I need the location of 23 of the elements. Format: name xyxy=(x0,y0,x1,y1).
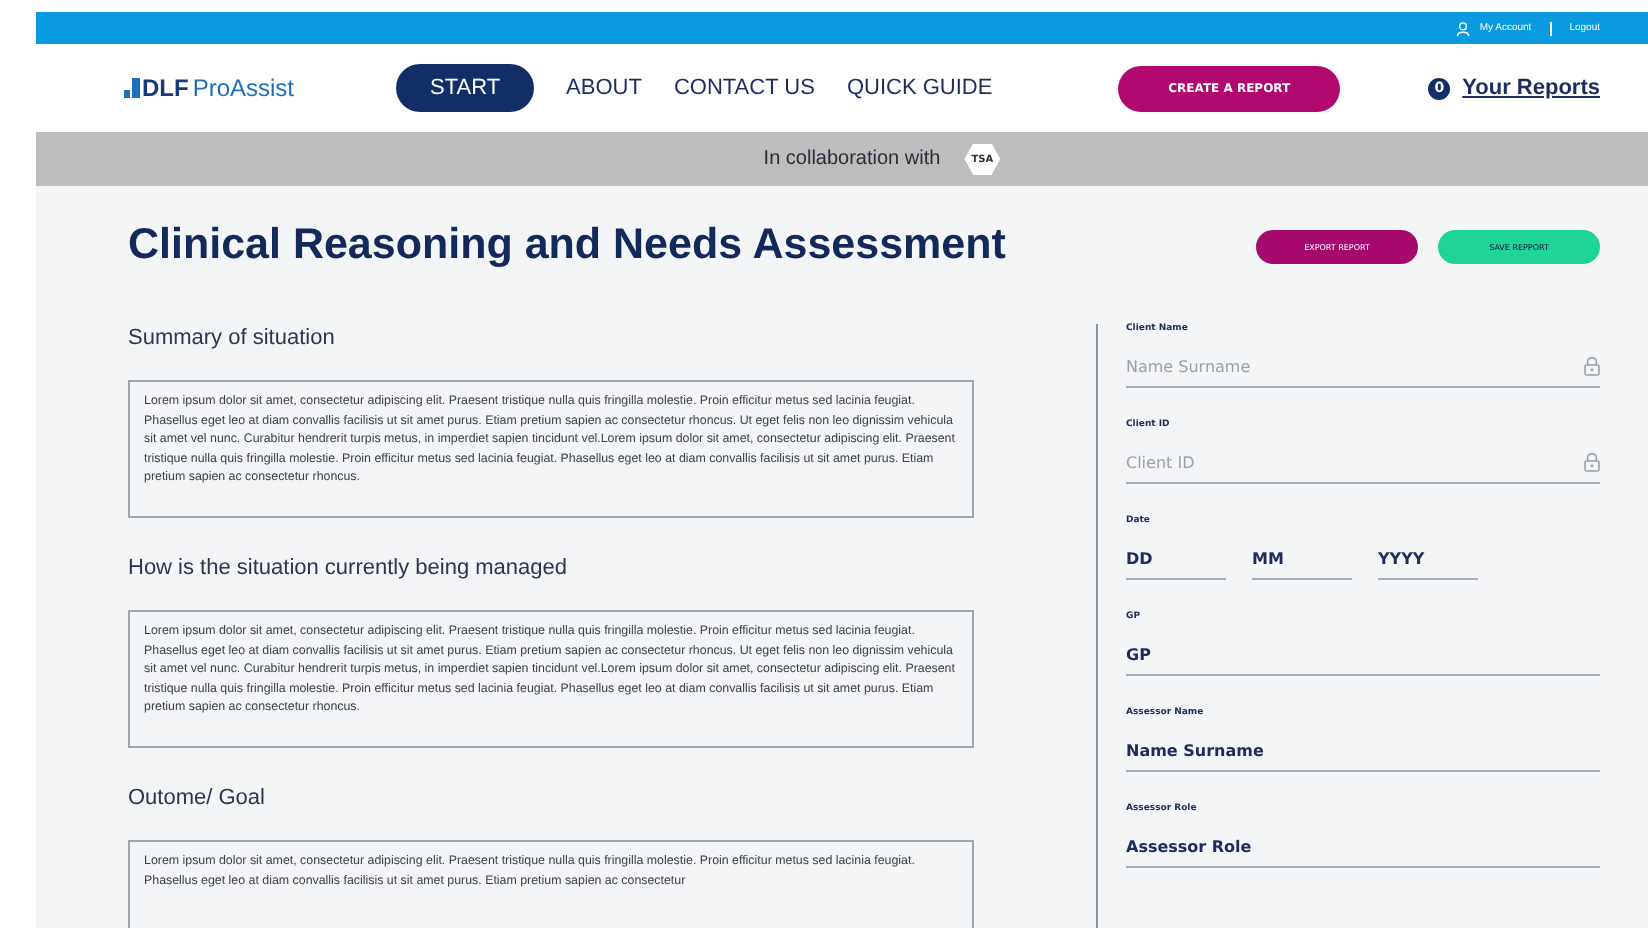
date-field[interactable]: YYYY xyxy=(1378,538,1478,580)
input-field[interactable]: Name Surname xyxy=(1126,741,1600,759)
nav-link[interactable]: ABOUT xyxy=(566,64,642,112)
section-heading: How is the situation currently being managed xyxy=(128,554,570,584)
lock-icon xyxy=(1584,356,1600,376)
logo-icon xyxy=(124,78,140,98)
section-heading: Outome/ Goal xyxy=(128,784,267,814)
lock-icon xyxy=(1584,452,1600,472)
nav-link[interactable]: QUICK GUIDE xyxy=(846,64,993,112)
reports-link[interactable]: Your Reports xyxy=(1462,76,1600,100)
person-icon xyxy=(1455,21,1470,35)
logo-text[interactable]: DLF ProAssist xyxy=(142,74,295,102)
page-title: Clinical Reasoning and Needs Assessment xyxy=(128,220,1006,270)
section-heading: Summary of situation xyxy=(128,324,337,354)
date-field[interactable]: MM xyxy=(1252,538,1352,580)
input-field[interactable]: Client ID xyxy=(1126,453,1584,471)
input-field[interactable]: GP xyxy=(1126,645,1600,663)
collaboration-text: In collaboration with xyxy=(763,148,941,170)
input-field[interactable]: Name Surname xyxy=(1126,357,1584,375)
nav-link[interactable]: CONTACT US xyxy=(673,64,815,112)
date-field[interactable]: DD xyxy=(1126,538,1226,580)
input-field[interactable]: Assessor Role xyxy=(1126,837,1600,855)
nav-link[interactable]: START xyxy=(396,64,535,112)
